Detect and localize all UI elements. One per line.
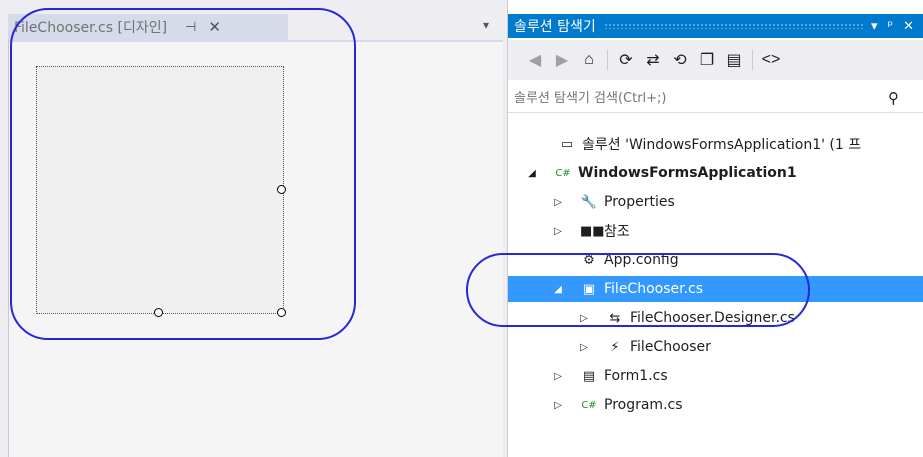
tree-item-label: Form1.cs — [604, 368, 668, 384]
solution-explorer-header[interactable]: 솔루션 탐색기 ▾ ᵖ ✕ — [508, 14, 923, 38]
tree-item-label: 솔루션 'WindowsFormsApplication1' (1 프 — [582, 137, 862, 153]
tree-item-label: 참조 — [604, 224, 630, 240]
designer-pane: FileChooser.cs [디자인] ⊣ ✕ ▾ — [0, 0, 503, 457]
toolbar-separator — [607, 50, 608, 70]
expander-icon[interactable]: ▷ — [578, 313, 590, 324]
solution-explorer-toolbar: ◀ ▶ ⌂ ⟳ ⇄ ⟲ ❐ ▤ <> — [508, 40, 923, 80]
file-type-icon: ⇆ — [609, 310, 621, 326]
show-all-files-icon[interactable]: ▤ — [723, 49, 745, 71]
file-type-icon: C# — [555, 167, 571, 179]
resize-handle-bottom-right[interactable] — [277, 308, 286, 317]
tree-item-label: App.config — [604, 252, 679, 268]
expander-icon[interactable]: ◢ — [552, 284, 564, 295]
close-icon[interactable]: ✕ — [208, 18, 221, 36]
tree-item[interactable]: ▷ ▤ Form1.cs — [508, 363, 923, 389]
solution-explorer-search: ⚲ — [508, 84, 923, 113]
file-type-icon: ▭ — [560, 136, 574, 152]
history-icon[interactable]: ⟳ — [615, 49, 637, 71]
file-type-icon: ■■ — [580, 223, 605, 239]
tree-item[interactable]: ▭ 솔루션 'WindowsFormsApplication1' (1 프 — [508, 131, 923, 157]
tree-item-label: Properties — [604, 194, 675, 210]
solution-explorer: 솔루션 탐색기 ▾ ᵖ ✕ ◀ ▶ ⌂ ⟳ ⇄ ⟲ ❐ ▤ <> ⚲ ▭ 솔루션 … — [507, 0, 923, 457]
user-control-design-area[interactable] — [36, 66, 284, 314]
toolbar-separator — [752, 50, 753, 70]
resize-handle-right[interactable] — [277, 185, 286, 194]
search-input[interactable] — [508, 89, 866, 107]
collapse-all-icon[interactable]: ❐ — [696, 49, 718, 71]
document-tab-label: FileChooser.cs [디자인] — [14, 20, 168, 36]
home-icon[interactable]: ⌂ — [578, 49, 600, 71]
file-type-icon: 🔧 — [580, 194, 598, 210]
tree-item-label: WindowsFormsApplication1 — [578, 165, 797, 181]
view-code-icon[interactable]: <> — [760, 49, 782, 71]
refresh-icon[interactable]: ⟲ — [669, 49, 691, 71]
back-icon[interactable]: ◀ — [524, 49, 546, 71]
forward-icon[interactable]: ▶ — [551, 49, 573, 71]
tree-item-label: FileChooser — [630, 339, 711, 355]
file-type-icon: ⚡ — [610, 339, 620, 355]
dropdown-icon[interactable]: ▾ — [871, 19, 878, 34]
tab-overflow-icon[interactable]: ▾ — [479, 18, 493, 32]
tree-item[interactable]: ▷ 🔧 Properties — [508, 189, 923, 215]
header-grip[interactable] — [603, 23, 863, 29]
expander-icon[interactable]: ◢ — [526, 168, 538, 179]
tree-item[interactable]: ▷ ⚡ FileChooser — [508, 334, 923, 360]
expander-icon[interactable]: ▷ — [552, 400, 564, 411]
solution-explorer-title: 솔루션 탐색기 — [514, 19, 596, 35]
pin-icon[interactable]: ⊣ — [185, 20, 196, 35]
sync-icon[interactable]: ⇄ — [642, 49, 664, 71]
tree-item[interactable]: ◢ ▣ FileChooser.cs — [508, 276, 923, 302]
file-type-icon: ▤ — [582, 368, 596, 384]
tree-item[interactable]: ◢ C# WindowsFormsApplication1 — [508, 160, 923, 186]
file-type-icon: C# — [581, 399, 597, 411]
file-type-icon: ⚙ — [583, 252, 595, 268]
document-tab-filechooser-design[interactable]: FileChooser.cs [디자인] ⊣ ✕ — [8, 14, 288, 40]
expander-icon[interactable]: ▷ — [578, 342, 590, 353]
close-icon[interactable]: ✕ — [903, 19, 914, 34]
tree-item-label: Program.cs — [604, 397, 683, 413]
expander-icon[interactable]: ▷ — [552, 197, 564, 208]
tree-item[interactable]: ▷ C# Program.cs — [508, 392, 923, 418]
pin-icon[interactable]: ᵖ — [888, 19, 894, 34]
tree-item-label: FileChooser.Designer.cs — [630, 310, 795, 326]
expander-icon[interactable]: ▷ — [552, 226, 564, 237]
tree-item[interactable]: ▷ ⇆ FileChooser.Designer.cs — [508, 305, 923, 331]
resize-handle-bottom[interactable] — [154, 308, 163, 317]
expander-icon[interactable]: ▷ — [552, 371, 564, 382]
tree-item[interactable]: ▷ ■■ 참조 — [508, 218, 923, 244]
file-type-icon: ▣ — [582, 281, 596, 297]
tree-item[interactable]: ⚙ App.config — [508, 247, 923, 273]
search-icon[interactable]: ⚲ — [888, 89, 899, 107]
tree-item-label: FileChooser.cs — [604, 281, 704, 297]
